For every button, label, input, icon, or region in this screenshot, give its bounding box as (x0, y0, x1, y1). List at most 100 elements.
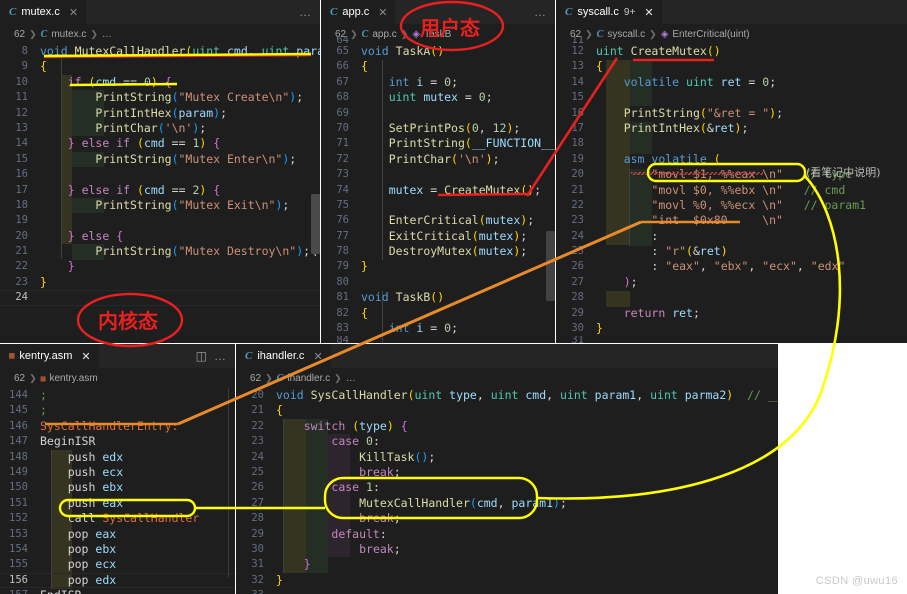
c-file-icon: C (245, 350, 253, 362)
line-number: 17 (15, 183, 28, 196)
line-number: 83 (336, 322, 349, 335)
split-editor-icon[interactable]: ◫ (196, 349, 207, 363)
line-number: 78 (336, 245, 349, 258)
code-line: 71 PrintString(__FUNCTION__); (321, 136, 555, 151)
code-line: 82{ (321, 306, 555, 321)
line-number: 21 (251, 404, 264, 417)
scrollbar-vertical[interactable] (311, 194, 320, 254)
close-icon[interactable]: ✕ (378, 6, 387, 19)
scrollbar-vertical[interactable] (228, 388, 229, 578)
line-number: 80 (336, 275, 349, 288)
dirty-badge: 9+ (623, 6, 636, 18)
close-icon[interactable]: ✕ (313, 350, 322, 363)
code-line: 11 (556, 36, 907, 44)
breadcrumb-file[interactable]: kentry.asm (50, 373, 98, 384)
tab-syscall-c[interactable]: C syscall.c 9+ ✕ (556, 0, 662, 24)
line-number: 76 (336, 214, 349, 227)
code-line: 21 "movl $0, %%ebx \n" // cmd (556, 183, 907, 198)
line-number: 72 (336, 152, 349, 165)
breadcrumb-root[interactable]: 62 (14, 29, 25, 40)
code-line: 28 break; (236, 511, 778, 526)
line-number: 23 (15, 275, 28, 288)
chevron-right-icon: ❯ (29, 372, 37, 383)
line-number: 25 (251, 465, 264, 478)
code-line: 21 PrintString("Mutex Destroy\n");\ (0, 244, 320, 259)
close-icon[interactable]: ✕ (69, 6, 78, 19)
line-number: 16 (571, 106, 584, 119)
tab-mutex-c[interactable]: C mutex.c ✕ (0, 0, 87, 24)
line-number: 30 (571, 322, 584, 335)
breadcrumb-tail[interactable]: … (102, 29, 112, 40)
breadcrumb-root[interactable]: 62 (14, 373, 25, 384)
code-area-app[interactable]: 64 65 void TaskA() 66{ 67 int i = 0; 68 u… (321, 36, 555, 343)
line-number: 33 (236, 588, 276, 594)
code-line: 25 : "r"(&ret) (556, 244, 907, 259)
asm-file-icon: ▦ (40, 373, 46, 383)
line-number: 157 (0, 588, 40, 594)
editor-panel-mutex: C mutex.c ✕ … 62 ❯ C mutex.c ❯ … 8 void … (0, 0, 320, 343)
more-actions-icon[interactable]: … (214, 349, 226, 363)
code-line: 13{ (556, 59, 907, 74)
line-number: 69 (336, 106, 349, 119)
line-number: 26 (251, 481, 264, 494)
line-number: 17 (571, 121, 584, 134)
c-file-icon: C (40, 28, 48, 40)
tabbar-empty-space (661, 0, 907, 24)
line-number: 22 (15, 260, 28, 273)
tab-app-c[interactable]: C app.c ✕ (321, 0, 396, 24)
code-line: 157EndISR (0, 588, 235, 594)
c-file-icon: C (565, 6, 573, 18)
code-area-mutex[interactable]: 8 void MutexCallHandler(uint cmd, uint pa… (0, 44, 320, 343)
code-area-syscall[interactable]: 11 12 uint CreateMutex() 13{ 14 volatile … (556, 36, 907, 343)
code-line: 14 } else if (cmd == 1) { (0, 136, 320, 151)
code-line: 79} (321, 259, 555, 274)
code-line: 15 PrintString("Mutex Enter\n"); (0, 152, 320, 167)
code-line: 26 case 1: (236, 480, 778, 495)
line-number: 155 (9, 558, 28, 571)
tab-kentry-asm[interactable]: ▦ kentry.asm ✕ (0, 344, 99, 368)
code-line: 24 (0, 290, 320, 305)
breadcrumb-tail[interactable]: … (346, 373, 356, 384)
code-line: 70 SetPrintPos(0, 12); (321, 121, 555, 136)
chevron-right-icon: ❯ (265, 372, 273, 383)
scrollbar-vertical[interactable] (546, 231, 555, 301)
code-line: 23} (0, 275, 320, 290)
line-number: 29 (251, 527, 264, 540)
line-number: 10 (15, 75, 28, 88)
tab-label: mutex.c (21, 6, 60, 18)
code-line: 68 uint mutex = 0; (321, 90, 555, 105)
line-number: 16 (15, 168, 28, 181)
breadcrumb-file[interactable]: mutex.c (51, 29, 86, 40)
code-area-kentry[interactable]: 144; 145; 146 SysCallHandlerEntry: 147 Beg… (0, 388, 235, 594)
line-number: 31 (251, 558, 264, 571)
tab-label: kentry.asm (19, 350, 73, 362)
line-number: 25 (571, 245, 584, 258)
code-line: 17 } else if (cmd == 2) { (0, 183, 320, 198)
close-icon[interactable]: ✕ (81, 350, 90, 363)
breadcrumb-file[interactable]: ihandler.c (287, 373, 330, 384)
code-line: 16 PrintString("&ret = "); (556, 106, 907, 121)
close-icon[interactable]: ✕ (644, 6, 653, 19)
code-line: 10 if (cmd == 0) { (0, 75, 320, 90)
editor-panel-app: C app.c ✕ … 62 ❯ C app.c ❯ ◈ TaskB 64 65… (321, 0, 555, 343)
tabbar-kentry: ▦ kentry.asm ✕ ◫ … (0, 344, 235, 368)
more-actions-icon[interactable]: … (534, 5, 546, 19)
code-area-ihandler[interactable]: 20 void SysCallHandler(uint type, uint cm… (236, 388, 778, 594)
line-number: 29 (571, 306, 584, 319)
code-line: 31 } (236, 557, 778, 572)
breadcrumb-root[interactable]: 62 (250, 373, 261, 384)
code-line: 30 break; (236, 542, 778, 557)
tabbar-empty-space (330, 344, 778, 368)
tabbar-actions-kentry: ◫ … (186, 344, 235, 368)
line-number: 151 (9, 496, 28, 509)
more-actions-icon[interactable]: … (299, 5, 311, 19)
c-file-icon: C (276, 372, 284, 384)
line-number: 11 (571, 36, 584, 44)
tab-ihandler-c[interactable]: C ihandler.c ✕ (236, 344, 331, 368)
chevron-right-icon: ❯ (90, 28, 98, 39)
line-number: 30 (251, 542, 264, 555)
code-line: 20 void SysCallHandler(uint type, uint cm… (236, 388, 778, 403)
code-line: 65 void TaskA() (321, 44, 555, 59)
line-number: 22 (571, 198, 584, 211)
line-number: 14 (15, 137, 28, 150)
